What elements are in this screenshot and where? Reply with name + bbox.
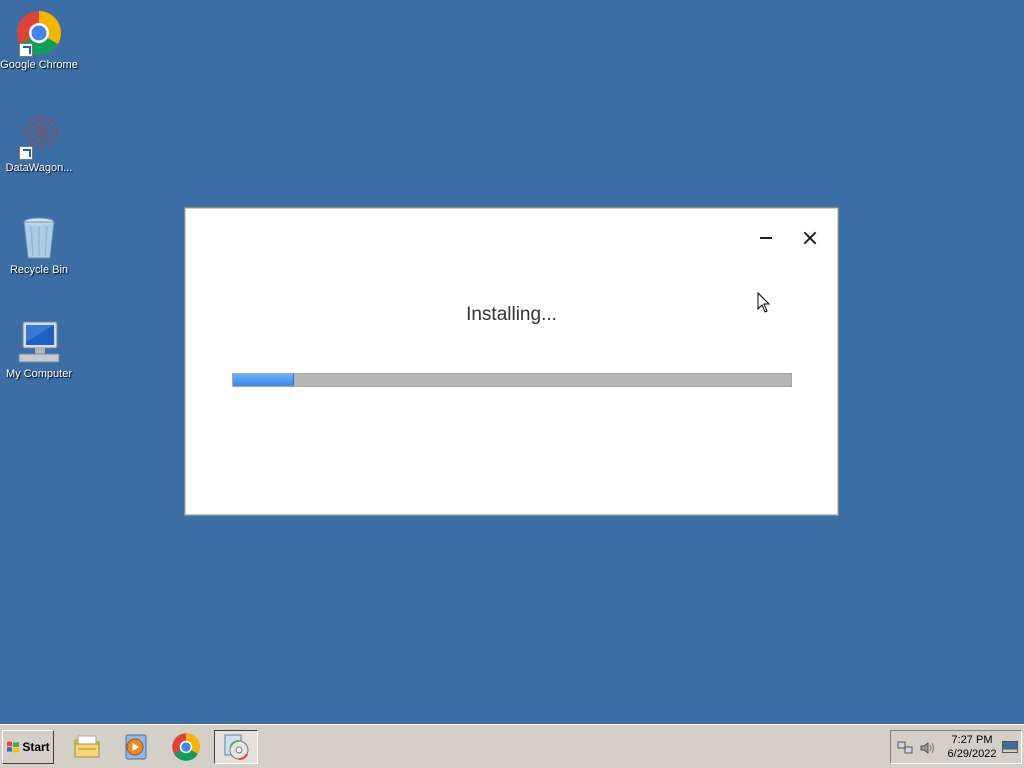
installer-status-text: Installing... <box>466 304 557 325</box>
desktop-icon-label: My Computer <box>5 368 73 380</box>
desktop-icon-datawagon[interactable]: DataWagon... <box>0 112 78 175</box>
install-progress-bar <box>232 373 792 387</box>
minimize-button[interactable] <box>754 226 778 250</box>
clock-date: 6/29/2022 <box>947 748 997 760</box>
media-player-icon <box>125 734 147 760</box>
taskbar-clock[interactable]: 7:27 PM 6/29/2022 <box>941 733 1003 761</box>
taskbar-installer-app[interactable] <box>214 730 258 764</box>
volume-icon[interactable] <box>919 741 935 755</box>
system-tray: 7:27 PM 6/29/2022 <box>890 730 1022 764</box>
recycle-bin-icon <box>23 217 55 259</box>
close-button[interactable] <box>798 226 822 250</box>
mouse-cursor-icon <box>757 292 771 313</box>
installer-app-icon <box>224 734 249 760</box>
install-progress-fill <box>233 374 295 386</box>
desktop-icon-google-chrome[interactable]: Google Chrome <box>0 9 78 72</box>
desktop-icon-label: DataWagon... <box>5 162 73 174</box>
my-computer-icon <box>18 321 60 363</box>
start-button[interactable]: Start <box>2 730 54 764</box>
shortcut-arrow-icon <box>19 43 33 57</box>
chrome-icon <box>172 733 200 761</box>
windows-logo-icon <box>7 741 20 753</box>
desktop-icon-recycle-bin[interactable]: Recycle Bin <box>0 214 78 277</box>
network-icon[interactable] <box>897 741 913 755</box>
taskbar-google-chrome[interactable] <box>164 730 208 764</box>
start-label: Start <box>22 740 50 754</box>
installer-window: Installing... <box>184 207 839 516</box>
file-explorer-icon <box>74 735 100 758</box>
show-desktop-icon[interactable] <box>1002 741 1018 753</box>
desktop-icon-my-computer[interactable]: My Computer <box>0 318 78 381</box>
shortcut-arrow-icon <box>19 146 33 160</box>
desktop-icon-label: Recycle Bin <box>9 264 69 276</box>
clock-time: 7:27 PM <box>951 734 993 746</box>
desktop-icon-label: Google Chrome <box>0 59 78 71</box>
taskbar-file-explorer[interactable] <box>65 730 109 764</box>
taskbar-media-player[interactable] <box>113 730 157 764</box>
taskbar: Start 7:27 PM 6/29/2022 <box>0 724 1024 768</box>
